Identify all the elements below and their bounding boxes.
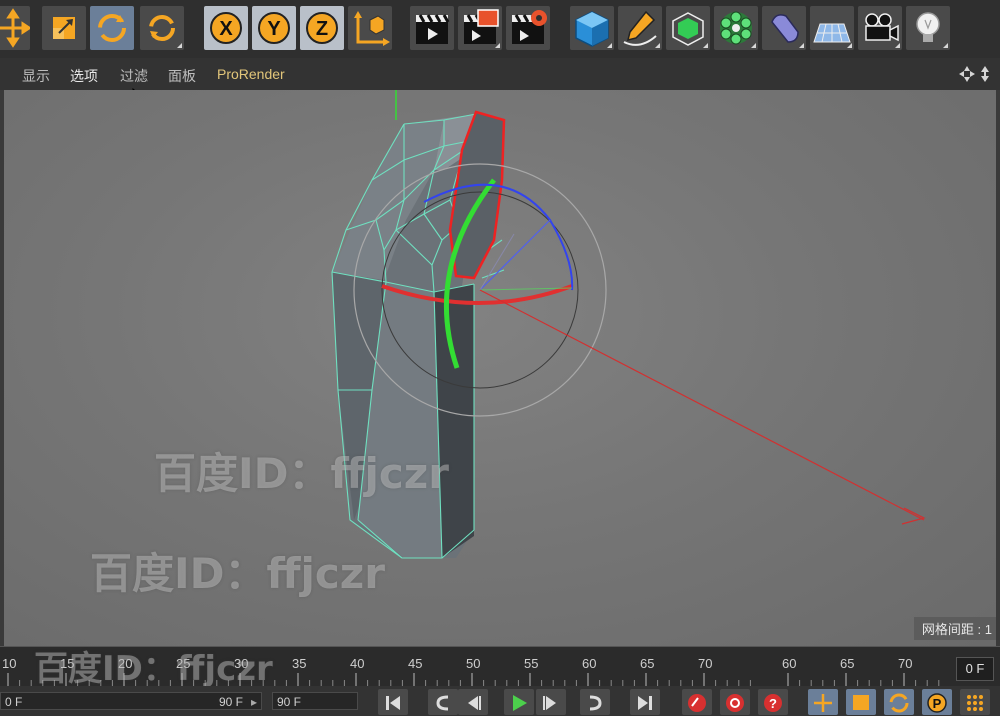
timeline-tick-label: 70	[698, 656, 713, 671]
move-tool-button[interactable]	[0, 6, 30, 50]
timeline-tick-label: 60	[582, 656, 597, 671]
scale-tool-button[interactable]	[42, 6, 86, 50]
menu-filter[interactable]: 过滤	[120, 66, 148, 86]
transport-bar: 0 F 90 F ▸ 90 F ? P	[0, 686, 1000, 716]
3d-viewport[interactable]: 百度ID：ffjczr 百度ID：ffjczr 网格间距 : 1	[4, 90, 996, 646]
cube-object-button[interactable]	[570, 6, 614, 50]
clapper-gear-icon	[512, 10, 547, 44]
y-axis-icon: Y	[258, 12, 290, 44]
grid-spacing-label: 网格间距 : 1	[913, 617, 996, 640]
anim-parameter-button[interactable]: P	[922, 689, 952, 715]
timeline-tick-label: 65	[640, 656, 655, 671]
render-settings-button[interactable]	[506, 6, 550, 50]
rotate-icon	[98, 14, 126, 42]
anim-scale-button[interactable]	[846, 689, 876, 715]
next-key-icon	[589, 695, 602, 711]
light-button[interactable]	[906, 6, 950, 50]
keyframe-selection-button[interactable]: ?	[758, 689, 788, 715]
main-toolbar: X Y Z	[0, 0, 1000, 58]
watermark-text: 百度ID：ffjczr	[34, 649, 273, 689]
auto-key-button[interactable]	[720, 689, 750, 715]
timeline-tick-label: 50	[466, 656, 481, 671]
timeline-tick-label: 40	[350, 656, 365, 671]
start-frame-value: 0 F	[5, 695, 23, 709]
timeline-tick-label: 10	[2, 656, 17, 671]
svg-text:X: X	[219, 18, 233, 40]
end-frame-value: 90 F	[218, 695, 243, 709]
move-arrows-icon	[0, 8, 30, 48]
point-grid-icon	[967, 695, 983, 711]
rotate-icon	[889, 693, 909, 713]
camera-button[interactable]	[858, 6, 902, 50]
previous-frame-button[interactable]	[458, 689, 488, 715]
x-axis-lock-button[interactable]: X	[204, 6, 248, 50]
move-arrows-icon	[814, 694, 832, 712]
x-axis-icon: X	[210, 12, 242, 44]
cinema4d-window: X Y Z 显示 选项 过滤 面板 ProRender 百度ID：ffjczr …	[0, 0, 1000, 716]
timeline-ruler-bar[interactable]: 10 15 20 25 30 35 40 45 50 55 60 65 70 60 65 70 0 F 百度I…	[0, 646, 1000, 689]
timeline-tick-label: 35	[292, 656, 307, 671]
previous-key-button[interactable]	[428, 689, 458, 715]
watermark-text: 百度ID：ffjczr	[90, 549, 385, 598]
recent-tools-button[interactable]	[140, 6, 184, 50]
anim-position-button[interactable]	[808, 689, 838, 715]
scale-icon	[853, 695, 869, 710]
menu-display[interactable]: 显示	[22, 66, 50, 86]
x-axis-handle[interactable]	[479, 289, 925, 521]
coordinate-system-icon	[354, 11, 390, 46]
go-to-end-button[interactable]	[630, 689, 660, 715]
deformer-button[interactable]	[762, 6, 806, 50]
render-region-button[interactable]	[458, 6, 502, 50]
cloner-button[interactable]	[714, 6, 758, 50]
watermark-text: 百度ID：ffjczr	[154, 449, 449, 498]
play-button[interactable]	[504, 689, 534, 715]
clapper-icon	[416, 14, 450, 44]
go-to-start-button[interactable]	[378, 689, 408, 715]
max-frame-field[interactable]: 90 F	[272, 692, 358, 710]
play-icon	[513, 695, 527, 711]
menu-prorender[interactable]: ProRender	[217, 66, 285, 82]
timeline-tick-label: 65	[840, 656, 855, 671]
auto-key-icon	[726, 694, 744, 712]
timeline-tick-label: 70	[898, 656, 913, 671]
pen-spline-button[interactable]	[618, 6, 662, 50]
record-key-icon	[688, 694, 706, 712]
previous-key-icon	[436, 695, 449, 711]
svg-text:Y: Y	[267, 18, 281, 40]
anim-rotation-button[interactable]	[884, 689, 914, 715]
svg-text:Z: Z	[316, 18, 328, 40]
z-axis-icon: Z	[306, 12, 338, 44]
next-frame-button[interactable]	[536, 689, 566, 715]
parameter-p-icon: P	[927, 693, 947, 713]
y-axis-lock-button[interactable]: Y	[252, 6, 296, 50]
menu-options[interactable]: 选项	[70, 66, 98, 86]
floor-button[interactable]	[810, 6, 854, 50]
render-view-button[interactable]	[410, 6, 454, 50]
timeline-tick-label: 55	[524, 656, 539, 671]
question-key-icon: ?	[764, 694, 782, 712]
svg-text:P: P	[933, 696, 942, 711]
start-frame-field[interactable]: 0 F 90 F ▸	[0, 692, 262, 710]
viewport-navigation-icon[interactable]	[958, 64, 994, 89]
next-frame-icon	[543, 696, 556, 710]
anim-point-level-button[interactable]	[960, 689, 990, 715]
svg-text:?: ?	[769, 696, 777, 711]
record-keys-button[interactable]	[682, 689, 712, 715]
scale-icon	[53, 17, 75, 39]
previous-frame-icon	[468, 696, 481, 710]
menu-panel[interactable]: 面板	[168, 66, 196, 86]
coordinate-system-button[interactable]	[348, 6, 392, 50]
z-axis-lock-button[interactable]: Z	[300, 6, 344, 50]
viewport-menu-bar: 显示 选项 过滤 面板 ProRender	[0, 58, 1000, 107]
timeline-tick-label: 45	[408, 656, 423, 671]
field-arrow-icon: ▸	[250, 695, 257, 709]
go-to-start-icon	[386, 696, 400, 710]
move-view-icon	[959, 66, 989, 82]
timeline-tick-label: 60	[782, 656, 797, 671]
subdivision-surface-button[interactable]	[666, 6, 710, 50]
current-frame-field[interactable]: 0 F	[956, 657, 994, 681]
go-to-end-icon	[638, 696, 652, 710]
next-key-button[interactable]	[580, 689, 610, 715]
rotate-tool-button[interactable]	[90, 6, 134, 50]
